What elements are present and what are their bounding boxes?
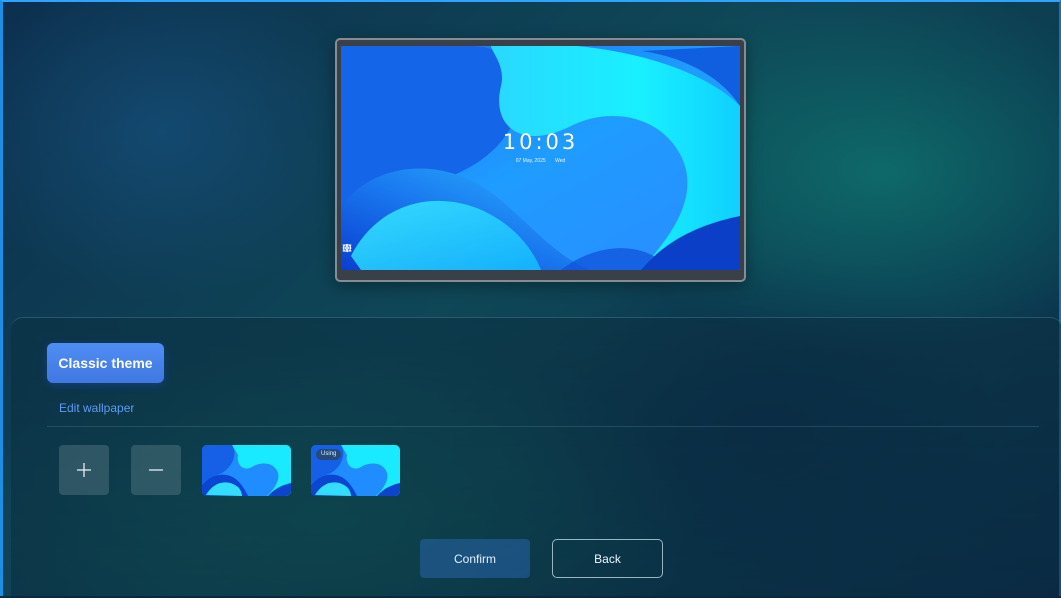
minus-icon [149, 469, 163, 471]
preview-bezel [341, 271, 740, 276]
back-button[interactable]: Back [552, 539, 663, 578]
plus-icon [77, 463, 91, 477]
home-screen-preview: 10:03 07 May, 2025 Wed [335, 38, 746, 282]
divider [47, 426, 1039, 427]
theme-settings-panel: Classic theme Edit wallpaper Using Confi… [11, 317, 1061, 598]
preview-dock [341, 242, 740, 254]
tab-label: Classic theme [58, 355, 153, 371]
add-wallpaper-button[interactable] [59, 445, 109, 495]
preview-date: 07 May, 2025 Wed [341, 158, 740, 164]
preview-weekday: Wed [555, 158, 566, 164]
using-badge: Using [316, 449, 342, 460]
apps-grid-icon [343, 245, 351, 251]
remove-wallpaper-button[interactable] [131, 445, 181, 495]
preview-date-text: 07 May, 2025 [515, 158, 546, 164]
edit-wallpaper-link[interactable]: Edit wallpaper [59, 401, 134, 415]
wallpaper-settings-screen: 10:03 07 May, 2025 Wed Classic theme Edi… [0, 0, 1061, 598]
preview-wallpaper: 10:03 07 May, 2025 Wed [341, 46, 740, 270]
wallpaper-thumbnail[interactable] [202, 445, 291, 496]
wallpaper-thumbnail-art [202, 445, 291, 496]
tab-classic-theme[interactable]: Classic theme [47, 343, 164, 383]
confirm-button[interactable]: Confirm [420, 539, 530, 578]
wallpaper-thumbnail-in-use[interactable]: Using [311, 445, 400, 496]
preview-clock: 10:03 [502, 130, 579, 154]
